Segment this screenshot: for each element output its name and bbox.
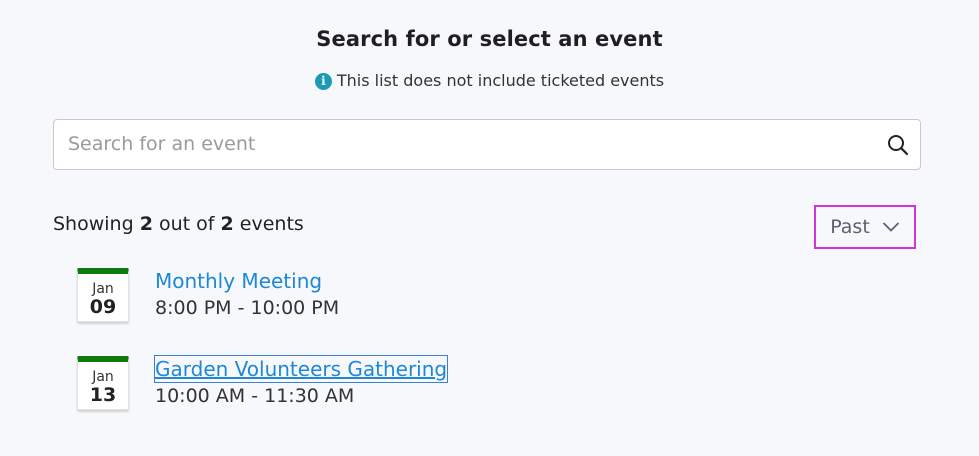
time-filter-dropdown[interactable]: Past <box>814 205 916 249</box>
event-month: Jan <box>92 369 114 385</box>
event-time: 10:00 AM - 11:30 AM <box>155 385 355 407</box>
chevron-down-icon <box>882 222 899 232</box>
notice-text: This list does not include ticketed even… <box>336 71 665 90</box>
search-input[interactable] <box>68 120 868 168</box>
calendar-date-icon: Jan 13 <box>77 356 129 410</box>
event-day: 13 <box>89 384 117 406</box>
results-summary: Showing 2 out of 2 events <box>53 213 304 235</box>
page-title: Search for or select an event <box>316 27 663 51</box>
summary-shown-count: 2 <box>139 213 153 235</box>
summary-suffix: events <box>239 213 304 235</box>
event-month: Jan <box>92 281 114 297</box>
notice: i This list does not include ticketed eve… <box>0 71 979 90</box>
summary-middle: out of <box>158 213 215 235</box>
time-filter-value: Past <box>830 216 870 238</box>
summary-prefix: Showing <box>53 213 134 235</box>
event-name-link[interactable]: Monthly Meeting <box>155 268 322 294</box>
info-icon: i <box>314 73 332 90</box>
event-time: 8:00 PM - 10:00 PM <box>155 297 340 319</box>
summary-total-count: 2 <box>220 213 234 235</box>
event-day: 09 <box>89 296 117 318</box>
event-name-link[interactable]: Garden Volunteers Gathering <box>153 355 449 383</box>
calendar-date-icon: Jan 09 <box>77 268 129 322</box>
search-icon[interactable] <box>886 133 910 157</box>
search-box <box>53 119 921 170</box>
